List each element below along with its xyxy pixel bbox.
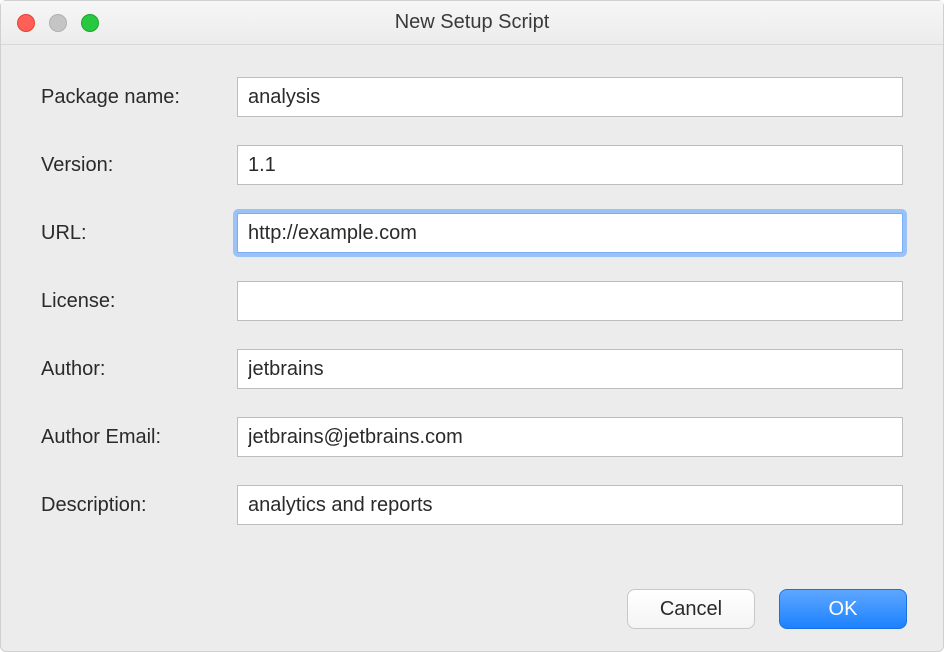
cancel-button[interactable]: Cancel [627,589,755,629]
input-version[interactable] [237,145,903,185]
ok-button[interactable]: OK [779,589,907,629]
form-content: Package name: Version: URL: License: Aut… [1,45,943,571]
label-license: License: [41,290,237,313]
label-package-name: Package name: [41,86,237,109]
window-controls [1,14,99,32]
row-package-name: Package name: [41,77,903,117]
row-version: Version: [41,145,903,185]
input-license[interactable] [237,281,903,321]
input-author-email[interactable] [237,417,903,457]
row-url: URL: [41,213,903,253]
titlebar: New Setup Script [1,1,943,45]
input-description[interactable] [237,485,903,525]
dialog-footer: Cancel OK [1,571,943,651]
minimize-icon[interactable] [49,14,67,32]
label-url: URL: [41,222,237,245]
close-icon[interactable] [17,14,35,32]
input-author[interactable] [237,349,903,389]
dialog-window: New Setup Script Package name: Version: … [0,0,944,652]
label-author: Author: [41,358,237,381]
label-version: Version: [41,154,237,177]
label-description: Description: [41,494,237,517]
window-title: New Setup Script [1,11,943,34]
row-description: Description: [41,485,903,525]
row-author: Author: [41,349,903,389]
row-license: License: [41,281,903,321]
row-author-email: Author Email: [41,417,903,457]
zoom-icon[interactable] [81,14,99,32]
label-author-email: Author Email: [41,426,237,449]
input-url[interactable] [237,213,903,253]
input-package-name[interactable] [237,77,903,117]
